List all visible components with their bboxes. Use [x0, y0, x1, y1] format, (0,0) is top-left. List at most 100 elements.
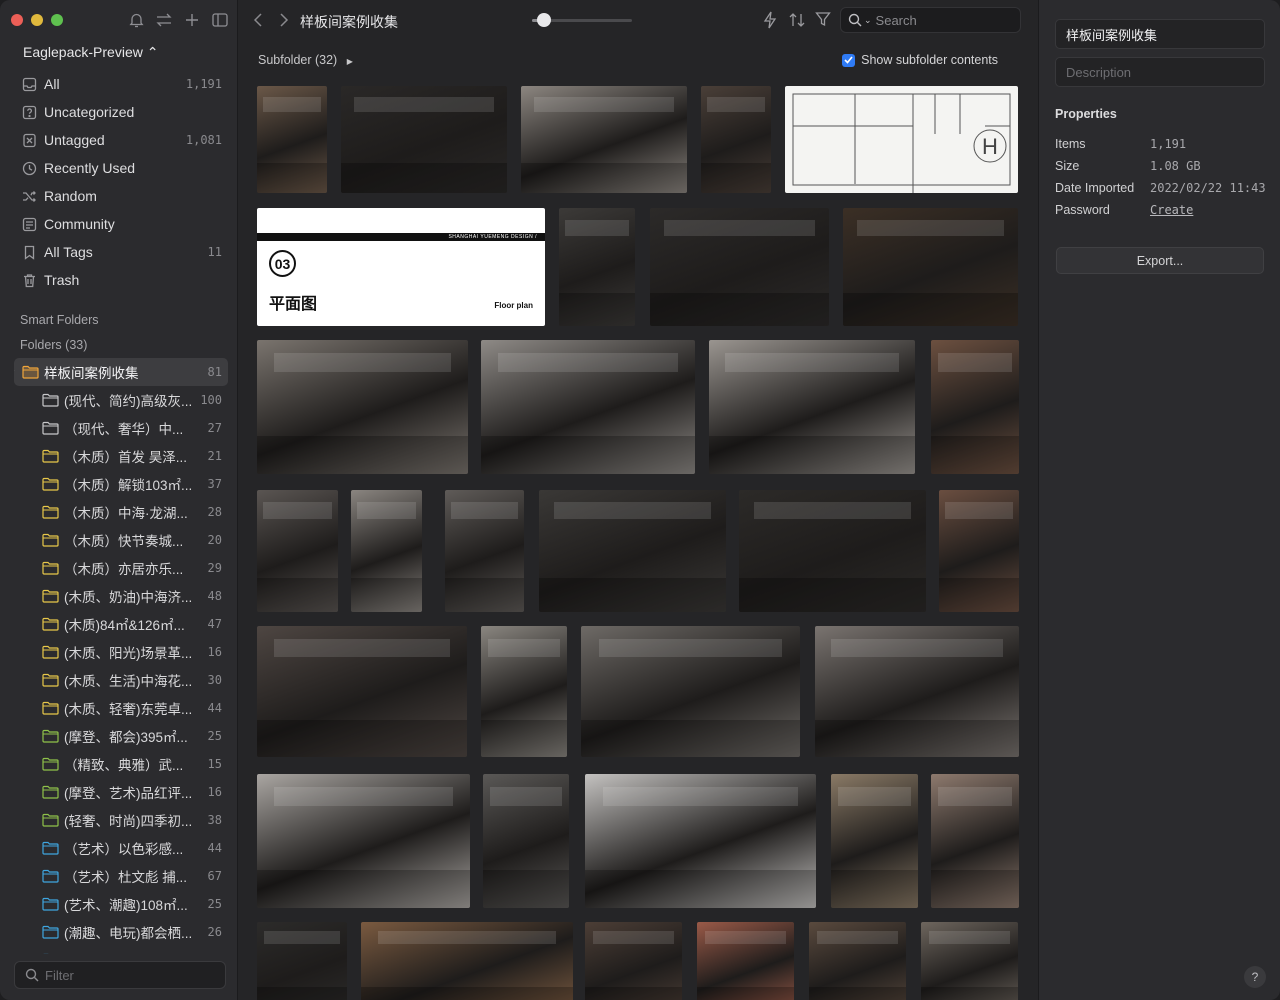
folder-item[interactable]: (华贵、高华)... 27: [14, 946, 228, 954]
image-thumbnail[interactable]: [585, 922, 682, 1000]
image-thumbnail[interactable]: [581, 626, 800, 757]
image-thumbnail[interactable]: [351, 490, 422, 612]
image-thumbnail[interactable]: [697, 922, 794, 1000]
folder-item[interactable]: (轻奢、时尚)四季初... 38: [14, 806, 228, 834]
minimize-window-button[interactable]: [31, 14, 43, 26]
filter-input[interactable]: Filter: [14, 961, 226, 989]
folder-item[interactable]: （精致、典雅）武... 15: [14, 750, 228, 778]
image-thumbnail[interactable]: [481, 626, 567, 757]
image-thumbnail[interactable]: [939, 490, 1019, 612]
image-thumbnail[interactable]: [361, 922, 573, 1000]
bell-icon[interactable]: [128, 11, 144, 29]
lightning-icon[interactable]: [762, 11, 780, 29]
folder-item[interactable]: （木质）快节奏城... 20: [14, 526, 228, 554]
image-thumbnail[interactable]: [709, 340, 915, 474]
folder-item[interactable]: （现代、奢华）中... 27: [14, 414, 228, 442]
plus-icon[interactable]: [184, 11, 200, 29]
image-thumbnail[interactable]: [931, 774, 1019, 908]
filter-funnel-icon[interactable]: [815, 11, 833, 29]
folder-item[interactable]: (木质、阳光)场景革... 16: [14, 638, 228, 666]
image-thumbnail[interactable]: [739, 490, 926, 612]
folder-item[interactable]: （木质）解锁103㎡... 37: [14, 470, 228, 498]
image-thumbnail[interactable]: [481, 340, 695, 474]
folder-item[interactable]: （艺术）以色彩感... 44: [14, 834, 228, 862]
folder-item[interactable]: （艺术）杜文彪 捕... 67: [14, 862, 228, 890]
image-thumbnail[interactable]: [921, 922, 1018, 1000]
folder-item[interactable]: (木质、轻奢)东莞卓... 44: [14, 694, 228, 722]
sidebar-item-all-tags[interactable]: All Tags 11: [14, 238, 228, 266]
smart-folders-header[interactable]: Smart Folders: [20, 313, 99, 327]
sidebar-item-community[interactable]: Community: [14, 210, 228, 238]
description-field[interactable]: Description: [1055, 57, 1265, 87]
image-thumbnail[interactable]: [843, 208, 1018, 326]
folder-item-active[interactable]: ▼ 样板间案例收集 81: [14, 358, 228, 386]
image-thumbnail[interactable]: [257, 626, 467, 757]
image-thumbnail[interactable]: [585, 774, 816, 908]
thumb-ceiling: [274, 787, 453, 807]
image-thumbnail[interactable]: [257, 774, 470, 908]
subfolder-toggle[interactable]: Subfolder (32) ▶: [258, 53, 353, 67]
image-thumbnail[interactable]: [831, 774, 918, 908]
folder-item[interactable]: （木质）亦居亦乐... 29: [14, 554, 228, 582]
folder-item[interactable]: (现代、简约)高级灰... 100: [14, 386, 228, 414]
sort-icon[interactable]: [788, 11, 806, 29]
sidebar-toggle-icon[interactable]: [212, 11, 228, 29]
sync-icon[interactable]: [156, 11, 172, 29]
export-button[interactable]: Export...: [1056, 247, 1264, 274]
floorplan-thumbnail[interactable]: H: [785, 86, 1018, 193]
image-thumbnail[interactable]: [650, 208, 829, 326]
folder-item[interactable]: (潮趣、电玩)都会栖... 26: [14, 918, 228, 946]
close-window-button[interactable]: [11, 14, 23, 26]
search-input[interactable]: ⌄ Search: [840, 7, 1021, 33]
folder-item[interactable]: (艺术、潮趣)108㎡... 25: [14, 890, 228, 918]
image-thumbnail[interactable]: [931, 340, 1019, 474]
image-thumbnail[interactable]: [257, 86, 327, 193]
folder-count: 47: [207, 617, 222, 631]
sidebar-item-trash[interactable]: Trash: [14, 266, 228, 294]
folder-icon: [42, 757, 59, 771]
sidebar-toolbar: [128, 11, 228, 29]
image-thumbnail[interactable]: [483, 774, 569, 908]
folder-item[interactable]: （木质）首发 昊泽... 21: [14, 442, 228, 470]
sidebar-item-all[interactable]: All 1,191: [14, 70, 228, 98]
image-thumbnail[interactable]: [341, 86, 507, 193]
image-thumbnail[interactable]: [257, 922, 347, 1000]
help-button[interactable]: ?: [1244, 966, 1266, 988]
folder-item[interactable]: (木质、生活)中海花... 30: [14, 666, 228, 694]
zoom-slider-knob[interactable]: [537, 13, 551, 27]
image-thumbnail[interactable]: [815, 626, 1019, 757]
zoom-window-button[interactable]: [51, 14, 63, 26]
floorplan-card-thumbnail[interactable]: SHANGHAI YUEMENG DESIGN / 03 平面图 Floor plan: [257, 208, 545, 326]
property-key: Password: [1055, 203, 1110, 217]
folder-icon: [42, 533, 59, 547]
show-subfolder-checkbox[interactable]: Show subfolder contents: [842, 53, 998, 67]
folder-item[interactable]: (摩登、都会)395㎡... 25: [14, 722, 228, 750]
image-thumbnail[interactable]: [445, 490, 524, 612]
thumb-floor: [921, 986, 1018, 1000]
image-thumbnail[interactable]: [257, 340, 468, 474]
image-thumbnail[interactable]: [257, 490, 338, 612]
sidebar-item-untagged[interactable]: Untagged 1,081: [14, 126, 228, 154]
sidebar-item-recently-used[interactable]: Recently Used: [14, 154, 228, 182]
folder-count: 29: [207, 561, 222, 575]
folder-item[interactable]: (摩登、艺术)品红评... 16: [14, 778, 228, 806]
forward-icon[interactable]: [276, 12, 290, 28]
library-switcher[interactable]: Eaglepack-Preview ⌃: [23, 44, 158, 61]
folder-item[interactable]: （木质）中海·龙湖... 28: [14, 498, 228, 526]
disclosure-triangle-icon[interactable]: ▼: [14, 368, 16, 377]
folder-name-field[interactable]: 样板间案例收集: [1055, 19, 1265, 49]
image-thumbnail[interactable]: [559, 208, 635, 326]
back-icon[interactable]: [252, 12, 266, 28]
image-thumbnail[interactable]: [809, 922, 906, 1000]
image-thumbnail[interactable]: [521, 86, 687, 193]
folder-item[interactable]: (木质、奶油)中海济... 48: [14, 582, 228, 610]
zoom-slider[interactable]: [532, 13, 632, 27]
subfolder-label: Subfolder (32): [258, 53, 338, 67]
create-password-link[interactable]: Create: [1150, 203, 1193, 217]
folders-header[interactable]: Folders (33): [20, 338, 87, 352]
sidebar-item-uncategorized[interactable]: Uncategorized: [14, 98, 228, 126]
sidebar-item-random[interactable]: Random: [14, 182, 228, 210]
image-thumbnail[interactable]: [539, 490, 726, 612]
image-thumbnail[interactable]: [701, 86, 771, 193]
folder-item[interactable]: (木质)84㎡&126㎡... 47: [14, 610, 228, 638]
